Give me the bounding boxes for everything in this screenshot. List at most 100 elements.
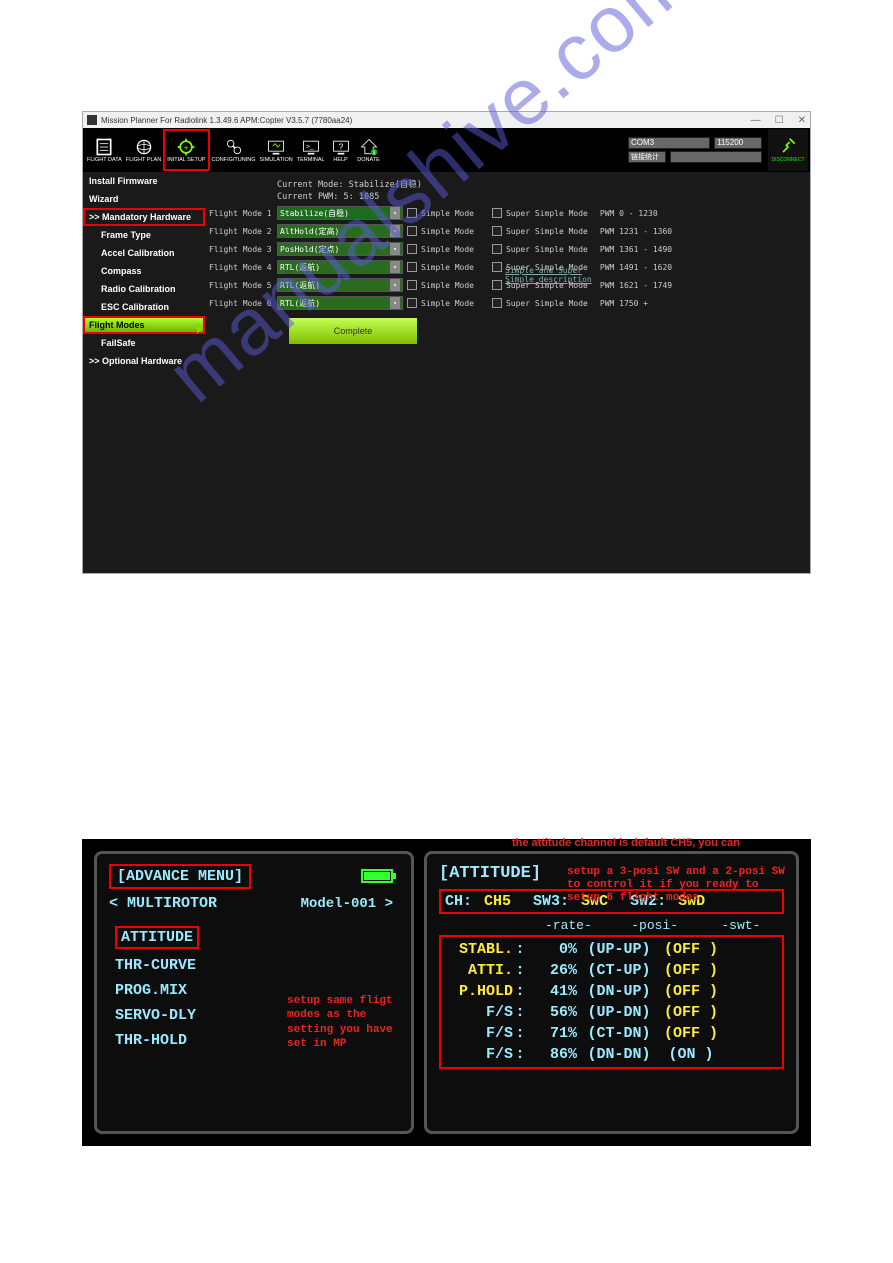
simple-link-2[interactable]: Simple description [505, 275, 592, 284]
simple-link-1[interactable]: Simple and Super [505, 266, 592, 275]
mode-name: F/S [441, 1025, 513, 1042]
super-simple-checkbox[interactable] [492, 262, 502, 272]
simple-checkbox[interactable] [407, 208, 417, 218]
fm-label: Flight Mode 5 [209, 281, 273, 290]
mission-planner-window: Mission Planner For Radiolink 1.3.49.6 A… [82, 111, 811, 574]
rate-value: 26% [527, 962, 577, 979]
simple-checkbox[interactable] [407, 244, 417, 254]
fm-label: Flight Mode 6 [209, 299, 273, 308]
fm-select[interactable]: RTL(返航)▾ [277, 260, 403, 274]
sidebar-accel-calibration[interactable]: Accel Calibration [83, 244, 205, 262]
super-simple-checkbox[interactable] [492, 298, 502, 308]
mode-name: F/S [441, 1004, 513, 1021]
current-mode: Current Mode: Stabilize(自稳) [277, 178, 806, 190]
rate-value: 71% [527, 1025, 577, 1042]
flight-mode-row: Flight Mode 2 AltHold(定高)▾ Simple Mode S… [209, 222, 806, 240]
stats-label: 链接统计 [628, 151, 666, 163]
toolbar-config-tuning[interactable]: CONFIG/TUNING [210, 129, 258, 171]
maximize-button[interactable]: ☐ [775, 115, 784, 126]
toolbar-flight-plan[interactable]: FLIGHT PLAN [124, 129, 163, 171]
fm-select[interactable]: PosHold(定点)▾ [277, 242, 403, 256]
flight-mode-row: Flight Mode 6 RTL(返航)▾ Simple Mode Super… [209, 294, 806, 312]
model-selector[interactable]: Model-001 > [301, 896, 393, 912]
super-simple-checkbox[interactable] [492, 226, 502, 236]
connection-panel: COM3 115200 链接统计 [628, 137, 762, 163]
fm-select[interactable]: RTL(返航)▾ [277, 296, 403, 310]
simple-label: Simple Mode [421, 299, 474, 308]
sidebar: Install Firmware Wizard >> Mandatory Har… [83, 172, 205, 573]
chevron-down-icon: ▾ [390, 225, 400, 237]
posi-value: (DN-UP) [577, 983, 661, 1000]
sidebar-radio-calibration[interactable]: Radio Calibration [83, 280, 205, 298]
sidebar-failsafe[interactable]: FailSafe [83, 334, 205, 352]
attitude-row: STABL. : 0% (UP-UP) (OFF ) [441, 939, 782, 960]
swt-value: (OFF ) [661, 1004, 721, 1021]
super-simple-checkbox[interactable] [492, 280, 502, 290]
window-title: Mission Planner For Radiolink 1.3.49.6 A… [101, 116, 352, 125]
swt-value: (OFF ) [661, 941, 721, 958]
toolbar-flight-data[interactable]: FLIGHT DATA [85, 129, 124, 171]
sidebar-compass[interactable]: Compass [83, 262, 205, 280]
sidebar-frame-type[interactable]: Frame Type [83, 226, 205, 244]
mode-name: STABL. [441, 941, 513, 958]
chevron-down-icon: ▾ [390, 261, 400, 273]
sidebar-flight-modes[interactable]: Flight Modes [83, 316, 205, 334]
sidebar-mandatory-hardware[interactable]: >> Mandatory Hardware [83, 208, 205, 226]
posi-value: (UP-UP) [577, 941, 661, 958]
svg-text:>_: >_ [306, 144, 314, 151]
simple-checkbox[interactable] [407, 298, 417, 308]
super-simple-label: Super Simple Mode [506, 299, 588, 308]
mode-name: P.HOLD [441, 983, 513, 1000]
mode-name: ATTI. [441, 962, 513, 979]
attitude-row: F/S : 86% (DN-DN) (ON ) [441, 1044, 782, 1065]
simple-checkbox[interactable] [407, 280, 417, 290]
titlebar: Mission Planner For Radiolink 1.3.49.6 A… [83, 112, 810, 128]
simple-label: Simple Mode [421, 245, 474, 254]
disconnect-button[interactable]: DISCONNECT [768, 129, 808, 171]
sidebar-optional-hardware[interactable]: >> Optional Hardware [83, 352, 205, 370]
complete-button[interactable]: Complete [289, 318, 417, 344]
tx-left-annotation: setup same fligt modes as the setting yo… [287, 994, 411, 1051]
fm-select[interactable]: Stabilize(自稳)▾ [277, 206, 403, 220]
super-simple-label: Super Simple Mode [506, 227, 588, 236]
simple-label: Simple Mode [421, 281, 474, 290]
ch-value[interactable]: CH5 [484, 893, 511, 910]
swt-value: (ON ) [661, 1046, 721, 1063]
mode-name: F/S [441, 1046, 513, 1063]
toolbar-terminal[interactable]: >_TERMINAL [295, 129, 327, 171]
attitude-row: F/S : 56% (UP-DN) (OFF ) [441, 1002, 782, 1023]
sidebar-esc-calibration[interactable]: ESC Calibration [83, 298, 205, 316]
simple-checkbox[interactable] [407, 226, 417, 236]
rate-value: 41% [527, 983, 577, 1000]
fm-select[interactable]: RTL(返航)▾ [277, 278, 403, 292]
tx-menu-item[interactable]: ATTITUDE [109, 922, 399, 953]
transmitter-screens: the attitude channel is default CH5, you… [82, 839, 811, 1146]
stats-select[interactable] [670, 151, 762, 163]
simple-checkbox[interactable] [407, 262, 417, 272]
fm-select[interactable]: AltHold(定高)▾ [277, 224, 403, 238]
tx-menu-item[interactable]: THR-CURVE [109, 953, 399, 978]
close-button[interactable]: ✕ [798, 115, 806, 126]
toolbar-simulation[interactable]: SIMULATION [258, 129, 295, 171]
super-simple-checkbox[interactable] [492, 244, 502, 254]
toolbar: FLIGHT DATA FLIGHT PLAN +INITIAL SETUP C… [83, 128, 810, 172]
sidebar-wizard[interactable]: Wizard [83, 190, 205, 208]
sidebar-install-firmware[interactable]: Install Firmware [83, 172, 205, 190]
attitude-table: STABL. : 0% (UP-UP) (OFF )ATTI. : 26% (C… [439, 935, 784, 1069]
com-port-select[interactable]: COM3 [628, 137, 710, 149]
pwm-range: PWM 1231 - 1360 [600, 227, 672, 236]
minimize-button[interactable]: — [751, 115, 761, 126]
flight-mode-row: Flight Mode 3 PosHold(定点)▾ Simple Mode S… [209, 240, 806, 258]
simple-label: Simple Mode [421, 263, 474, 272]
toolbar-help[interactable]: ?HELP [327, 129, 355, 171]
attitude-row: ATTI. : 26% (CT-UP) (OFF ) [441, 960, 782, 981]
super-simple-checkbox[interactable] [492, 208, 502, 218]
pwm-range: PWM 1621 - 1749 [600, 281, 672, 290]
ch-label: CH: [445, 893, 472, 910]
fm-label: Flight Mode 4 [209, 263, 273, 272]
baud-select[interactable]: 115200 [714, 137, 762, 149]
toolbar-initial-setup[interactable]: +INITIAL SETUP [163, 129, 209, 171]
tx-left-panel: [ADVANCE MENU] < MULTIROTOR Model-001 > … [94, 851, 414, 1134]
pwm-range: PWM 1750 + [600, 299, 648, 308]
toolbar-donate[interactable]: $DONATE [355, 129, 383, 171]
